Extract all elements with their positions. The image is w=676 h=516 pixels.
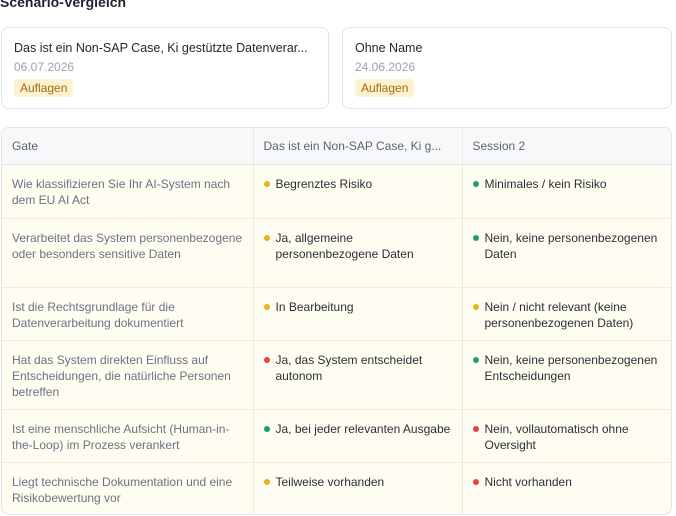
answer-text: Nein, vollautomatisch ohne Oversight (484, 422, 629, 452)
status-badge: Auflagen (355, 79, 415, 97)
answer-text: Begrenztes Risiko (275, 177, 373, 191)
status-dot-icon (263, 181, 270, 187)
gate-question: Hat das System direkten Einfluss auf Ent… (2, 340, 253, 410)
column-header-scenario-2: Session 2 (461, 128, 671, 165)
answer-cell: Ja, allgemeine personenbezogene Daten (252, 218, 462, 288)
answer-text: Teilweise vorhanden (275, 475, 385, 489)
answer-text: Nicht vorhanden (484, 475, 572, 489)
scenario-name: Ohne Name (355, 41, 423, 55)
status-dot-icon (263, 479, 270, 485)
answer-text: Ja, bei jeder relevanten Ausgabe (275, 422, 451, 436)
answer-cell: Minimales / kein Risiko (461, 164, 671, 219)
gate-question: Verarbeitet das System personenbezogene … (2, 218, 253, 288)
table-row: Ist die Rechtsgrundlage für die Datenver… (2, 287, 671, 341)
status-badge: Auflagen (14, 79, 74, 97)
gate-question: Ist die Rechtsgrundlage für die Datenver… (2, 287, 253, 341)
answer-cell: Nein, keine personenbezogenen Daten (461, 218, 671, 288)
answer-cell: Nein, keine personenbezogenen Entscheidu… (461, 340, 671, 410)
answer-text: Minimales / kein Risiko (484, 177, 607, 191)
status-dot-icon (472, 479, 479, 485)
scenario-card[interactable]: Das ist ein Non-SAP Case, Ki gestützte D… (1, 27, 329, 109)
answer-cell: In Bearbeitung (252, 287, 462, 341)
table-row: Liegt technische Dokumentation und eine … (2, 462, 671, 514)
table-row: Verarbeitet das System personenbezogene … (2, 218, 671, 288)
answer-text: Ja, das System entscheidet autonom (275, 353, 423, 383)
answer-text: Nein / nicht relevant (keine personenbez… (484, 300, 634, 330)
page-title: Scenario-Vergleich (0, 0, 127, 10)
answer-text: In Bearbeitung (275, 300, 354, 314)
gate-question: Wie klassifizieren Sie Ihr AI-System nac… (2, 164, 253, 219)
answer-cell: Begrenztes Risiko (252, 164, 462, 219)
answer-text: Ja, allgemeine personenbezogene Daten (275, 231, 414, 261)
table-row: Hat das System direkten Einfluss auf Ent… (2, 340, 671, 410)
table-row: Wie klassifizieren Sie Ihr AI-System nac… (2, 164, 671, 219)
status-dot-icon (263, 357, 270, 363)
column-header-gate: Gate (2, 128, 253, 165)
answer-text: Nein, keine personenbezogenen Daten (484, 231, 658, 261)
answer-cell: Ja, das System entscheidet autonom (252, 340, 462, 410)
table-header-row: Gate Das ist ein Non-SAP Case, Ki g... S… (2, 128, 671, 165)
answer-cell: Nein, vollautomatisch ohne Oversight (461, 409, 671, 463)
scenario-name: Das ist ein Non-SAP Case, Ki gestützte D… (14, 41, 308, 55)
table-row: Ist eine menschliche Aufsicht (Human-in-… (2, 409, 671, 463)
status-dot-icon (472, 357, 479, 363)
answer-cell: Nicht vorhanden (461, 462, 671, 514)
status-dot-icon (263, 304, 270, 310)
answer-cell: Teilweise vorhanden (252, 462, 462, 514)
status-dot-icon (472, 304, 479, 310)
scenario-date: 06.07.2026 (14, 60, 75, 74)
status-dot-icon (472, 235, 479, 241)
column-header-scenario-1: Das ist ein Non-SAP Case, Ki g... (252, 128, 462, 165)
gate-question: Ist eine menschliche Aufsicht (Human-in-… (2, 409, 253, 463)
answer-cell: Nein / nicht relevant (keine personenbez… (461, 287, 671, 341)
status-dot-icon (263, 426, 270, 432)
scenario-date: 24.06.2026 (355, 60, 416, 74)
answer-cell: Ja, bei jeder relevanten Ausgabe (252, 409, 462, 463)
status-dot-icon (263, 235, 270, 241)
status-dot-icon (472, 181, 479, 187)
status-dot-icon (472, 426, 479, 432)
answer-text: Nein, keine personenbezogenen Entscheidu… (484, 353, 658, 383)
gate-question: Liegt technische Dokumentation und eine … (12, 475, 233, 505)
scenario-card[interactable]: Ohne Name 24.06.2026 Auflagen (342, 27, 672, 109)
comparison-table: Gate Das ist ein Non-SAP Case, Ki g... S… (1, 127, 672, 515)
